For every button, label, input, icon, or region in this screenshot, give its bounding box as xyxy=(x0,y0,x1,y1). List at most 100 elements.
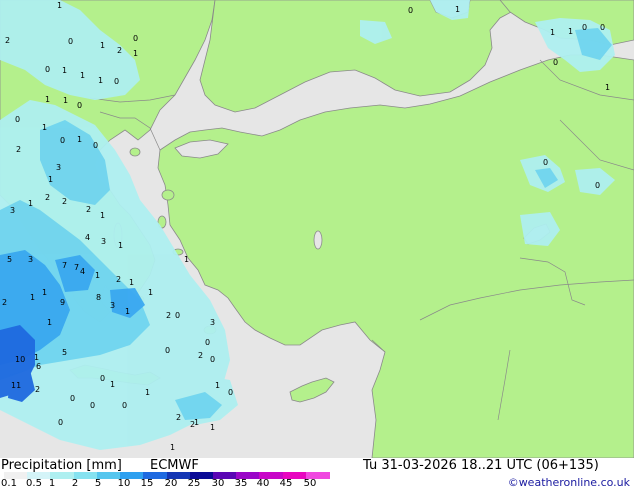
precip-value-label: 1 xyxy=(28,199,33,208)
precip-value-label: 11 xyxy=(11,381,21,390)
precip-value-label: 1 xyxy=(455,5,460,14)
precip-value-label: 0 xyxy=(228,388,233,397)
precip-value-label: 8 xyxy=(96,293,101,302)
legend-tick: 45 xyxy=(279,478,293,489)
precip-value-label: 1 xyxy=(80,71,85,80)
precip-value-label: 2 xyxy=(45,193,50,202)
precip-value-label: 7 xyxy=(62,261,67,270)
precip-value-label: 1 xyxy=(100,41,105,50)
precip-value-label: 1 xyxy=(42,123,47,132)
precip-value-label: 0 xyxy=(553,58,558,67)
precip-value-label: 10 xyxy=(15,355,25,364)
precip-value-label: 5 xyxy=(62,348,67,357)
precip-value-label: 1 xyxy=(148,288,153,297)
legend-tick: 40 xyxy=(256,478,270,489)
lake-tuz xyxy=(313,230,323,250)
precip-value-label: 0 xyxy=(58,418,63,427)
land-island-lesbos xyxy=(161,189,175,201)
legend-tick: 2 xyxy=(71,478,79,489)
precip-value-label: 2 xyxy=(116,275,121,284)
legend-tick: 0.5 xyxy=(26,478,42,489)
precip-value-label: 0 xyxy=(93,141,98,150)
precip-value-label: 1 xyxy=(133,49,138,58)
precip-value-label: 1 xyxy=(110,380,115,389)
precip-value-label: 1 xyxy=(45,95,50,104)
precip-value-label: 1 xyxy=(57,1,62,10)
precip-value-label: 0 xyxy=(543,158,548,167)
legend-tick: 25 xyxy=(187,478,201,489)
precip-value-label: 2 xyxy=(198,351,203,360)
map-footer: Precipitation [mm] ECMWF Tu 31-03-2026 1… xyxy=(0,458,634,490)
precip-value-label: 3 xyxy=(101,237,106,246)
precip-value-label: 2 xyxy=(190,420,195,429)
precip-value-label: 0 xyxy=(595,181,600,190)
precip-value-label: 2 xyxy=(5,36,10,45)
precip-value-label: 2 xyxy=(86,205,91,214)
precip-value-label: 1 xyxy=(170,443,175,452)
precip-value-label: 3 xyxy=(210,318,215,327)
land-island-thasos xyxy=(129,147,141,157)
precip-value-label: 0 xyxy=(45,65,50,74)
precip-value-label: 1 xyxy=(98,76,103,85)
legend-tick: 15 xyxy=(140,478,154,489)
precip-value-label: 0 xyxy=(122,401,127,410)
precip-value-label: 0 xyxy=(205,338,210,347)
precip-value-label: 0 xyxy=(70,394,75,403)
precip-value-label: 0 xyxy=(77,101,82,110)
legend-tick: 1 xyxy=(48,478,56,489)
precip-value-label: 3 xyxy=(56,163,61,172)
precip-value-label: 0 xyxy=(114,77,119,86)
precip-value-label: 0 xyxy=(90,401,95,410)
precip-value-label: 2 xyxy=(166,311,171,320)
legend-tick: 0.1 xyxy=(1,478,17,489)
precip-value-label: 0 xyxy=(68,37,73,46)
precip-value-label: 0 xyxy=(133,34,138,43)
precip-value-label: 1 xyxy=(77,135,82,144)
precip-value-label: 7 xyxy=(74,263,79,272)
precip-value-label: 1 xyxy=(34,353,39,362)
precip-value-label: 2 xyxy=(2,298,7,307)
precip-value-label: 0 xyxy=(600,23,605,32)
valid-time-label: Tu 31-03-2026 18..21 UTC (06+135) xyxy=(363,458,599,473)
precip-value-label: 0 xyxy=(582,23,587,32)
precip-value-label: 1 xyxy=(550,28,555,37)
precip-value-label: 1 xyxy=(48,175,53,184)
precip-value-label: 3 xyxy=(10,206,15,215)
precip-value-label: 1 xyxy=(62,66,67,75)
precip-value-label: 1 xyxy=(30,293,35,302)
precip-value-label: 0 xyxy=(100,374,105,383)
precip-value-label: 0 xyxy=(210,355,215,364)
precip-value-label: 2 xyxy=(35,385,40,394)
legend-tick: 30 xyxy=(211,478,225,489)
model-label: ECMWF xyxy=(150,458,199,473)
precip-value-label: 4 xyxy=(80,267,85,276)
credit-link[interactable]: ©weatheronline.co.uk xyxy=(508,476,630,489)
precip-value-label: 1 xyxy=(118,241,123,250)
legend-tick: 35 xyxy=(234,478,248,489)
precip-value-label: 0 xyxy=(175,311,180,320)
precip-value-label: 6 xyxy=(36,362,41,371)
precip-value-label: 9 xyxy=(60,298,65,307)
precip-value-label: 0 xyxy=(15,115,20,124)
precip-value-label: 1 xyxy=(210,423,215,432)
precip-value-label: 2 xyxy=(176,413,181,422)
precip-value-label: 0 xyxy=(60,136,65,145)
precip-value-label: 4 xyxy=(85,233,90,242)
legend-tick: 5 xyxy=(94,478,102,489)
precip-value-label: 1 xyxy=(568,27,573,36)
precip-value-label: 1 xyxy=(100,211,105,220)
precip-value-label: 2 xyxy=(117,46,122,55)
product-label: Precipitation [mm] xyxy=(1,458,122,473)
precip-value-label: 1 xyxy=(63,96,68,105)
precip-value-label: 0 xyxy=(165,346,170,355)
legend-tick: 20 xyxy=(164,478,178,489)
precip-value-label: 1 xyxy=(42,288,47,297)
precip-value-label: 1 xyxy=(47,318,52,327)
precip-value-label: 1 xyxy=(129,278,134,287)
precip-value-label: 2 xyxy=(16,145,21,154)
precip-value-label: 3 xyxy=(28,255,33,264)
precip-value-label: 5 xyxy=(7,255,12,264)
precip-value-label: 1 xyxy=(125,307,130,316)
legend-tick: 10 xyxy=(117,478,131,489)
precipitation-map: 10 12 1020 111 01010120 1031231 2214 3 1774 1 2 15 3… xyxy=(0,0,634,458)
